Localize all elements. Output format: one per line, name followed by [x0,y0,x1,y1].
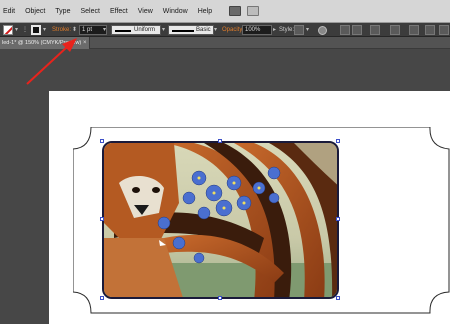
document-tab[interactable]: led-1* @ 150% (CMYK/Preview) × [0,37,90,49]
menu-window[interactable]: Window [158,0,193,23]
selection-handle[interactable] [218,139,222,143]
arrange-documents-icon[interactable] [247,6,260,16]
variable-width-profile-select[interactable]: Uniform [111,25,161,35]
menu-view[interactable]: View [133,0,158,23]
bridge-icon[interactable] [229,6,242,16]
opacity-label[interactable]: Opacity: [222,25,244,35]
selection-handle[interactable] [100,296,104,300]
brush-line-icon [172,30,194,32]
menu-help[interactable]: Help [193,0,217,23]
fill-divider: ⋮ [22,27,28,33]
stroke-dropdown-icon[interactable]: ▾ [43,25,46,35]
opacity-dropdown-icon[interactable]: ▸ [273,25,276,35]
selection-handle[interactable] [100,217,104,221]
graphic-style-swatch[interactable] [294,25,304,35]
brush-label: Basic [196,27,211,33]
selection-handle[interactable] [218,296,222,300]
fill-dropdown-icon[interactable]: ▾ [15,25,18,35]
brush-dropdown-icon[interactable]: ▾ [214,25,217,35]
align-icon[interactable] [340,25,350,35]
menu-edit[interactable]: Edit [0,0,20,23]
control-bar: ▾ ⋮ ▾ Stroke: ⬍ 1 pt ▾ Uniform ▾ Basic ▾… [0,23,450,37]
document-tab-bar: led-1* @ 150% (CMYK/Preview) × [0,37,450,49]
stroke-label[interactable]: Stroke: [52,25,71,35]
recolor-artwork-icon[interactable] [318,26,327,35]
selection-handle[interactable] [336,296,340,300]
envelope-distort-icon[interactable] [409,25,419,35]
stroke-weight-spinner-icon[interactable]: ⬍ [72,25,77,35]
masked-image-fox-flowers[interactable] [102,141,339,299]
menu-effect[interactable]: Effect [105,0,133,23]
selection-handle[interactable] [100,139,104,143]
make-mask-icon[interactable] [425,25,435,35]
no-fill-swatch-icon[interactable] [3,25,13,35]
panel-menu-icon[interactable] [439,25,449,35]
transform-icon[interactable] [352,25,362,35]
selection-handle[interactable] [336,217,340,221]
select-similar-icon[interactable] [390,25,400,35]
menu-object[interactable]: Object [20,0,50,23]
fox-collage-image [104,143,337,297]
profile-line-icon [115,30,131,32]
opacity-field[interactable]: 100% [242,25,272,35]
isolate-group-icon[interactable] [370,25,380,35]
menu-type[interactable]: Type [50,0,75,23]
close-tab-icon[interactable]: × [83,39,87,47]
profile-dropdown-icon[interactable]: ▾ [162,25,165,35]
stroke-swatch-icon[interactable] [31,25,41,35]
document-tab-title: led-1* @ 150% (CMYK/Preview) [2,40,82,46]
menu-bar: Edit Object Type Select Effect View Wind… [0,0,450,23]
brush-definition-select[interactable]: Basic [168,25,214,35]
style-label: Style: [279,27,295,33]
style-dropdown-icon[interactable]: ▾ [306,25,309,35]
profile-label: Uniform [134,27,156,33]
menu-select[interactable]: Select [75,0,104,23]
selection-handle[interactable] [336,139,340,143]
stroke-weight-dropdown-icon[interactable]: ▾ [103,25,106,35]
